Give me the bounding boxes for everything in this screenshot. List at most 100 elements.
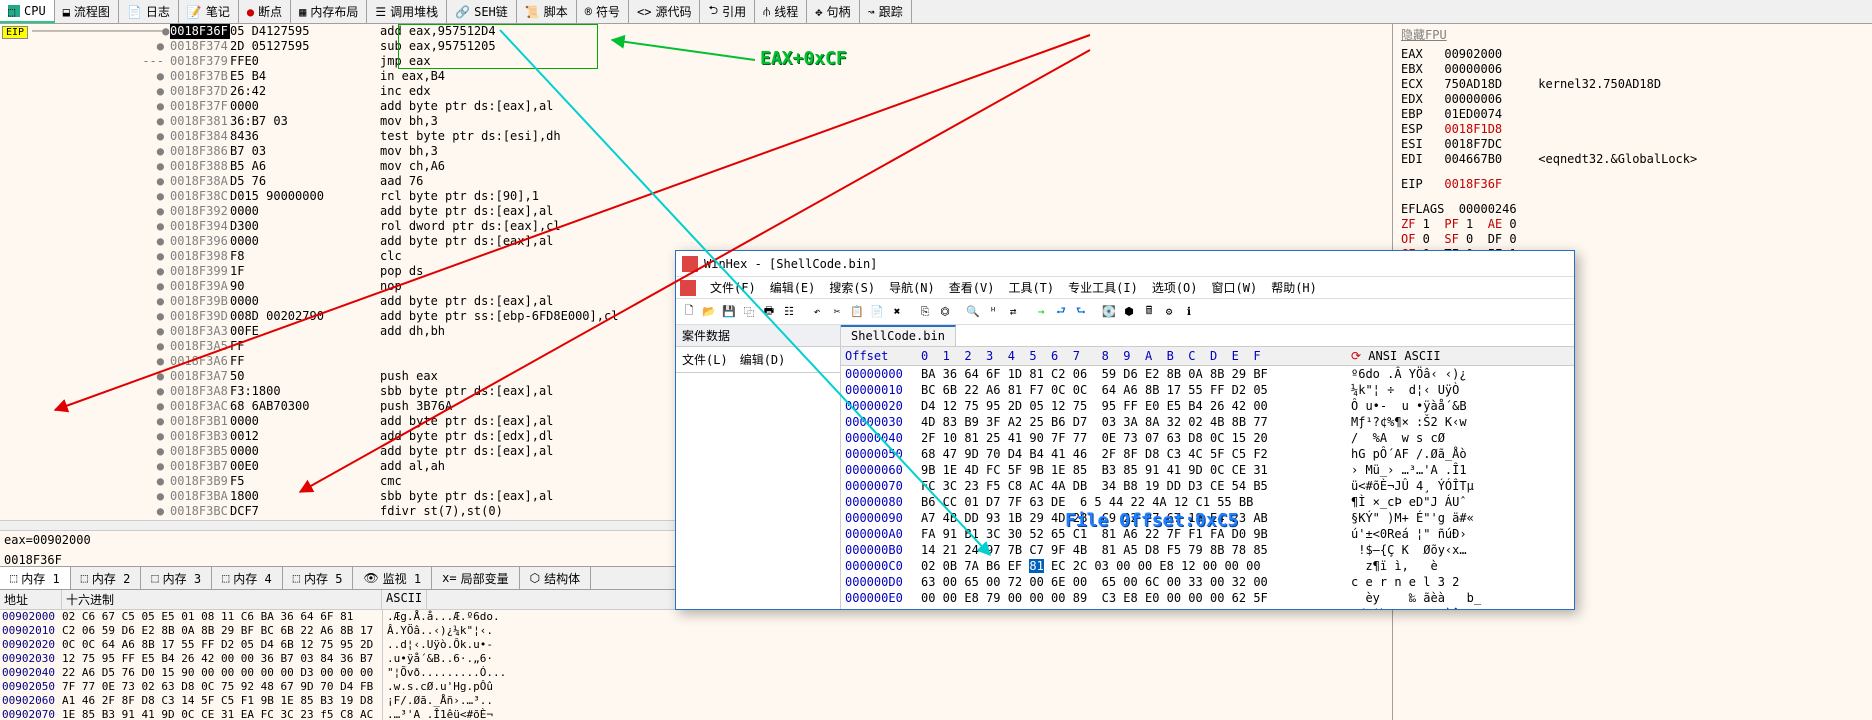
winhex-row[interactable]: 00000020D4 12 75 95 2D 05 12 75 95 FF E0… xyxy=(841,398,1574,414)
tb-copy-icon[interactable]: 📋 xyxy=(848,303,866,321)
disasm-row[interactable]: ●0018F37BE5 B4in eax,B4 xyxy=(0,69,1392,84)
winhex-file-tab[interactable]: ShellCode.bin xyxy=(841,325,956,346)
disasm-row[interactable]: ●0018F38136:B7 03mov bh,3 xyxy=(0,114,1392,129)
tab-handles[interactable]: ✥句柄 xyxy=(807,0,859,23)
winhex-row[interactable]: 000000C002 0B 7A B6 EF 81 EC 2C 03 00 00… xyxy=(841,558,1574,574)
tab-script[interactable]: 📜脚本 xyxy=(517,0,577,23)
winhex-menu-options[interactable]: 选项(O) xyxy=(1152,279,1198,296)
disasm-row[interactable]: ●0018F3920000add byte ptr ds:[eax],al xyxy=(0,204,1392,219)
tab-refs[interactable]: ⮌引用 xyxy=(700,0,755,23)
tab-notes[interactable]: 📝笔记 xyxy=(179,0,239,23)
tb-undo-icon[interactable]: ↶ xyxy=(808,303,826,321)
winhex-window[interactable]: WinHex - [ShellCode.bin] 文件(F) 编辑(E) 搜索(… xyxy=(675,250,1575,610)
struct-tab[interactable]: ⬡结构体 xyxy=(520,567,592,589)
mem-tab-4[interactable]: ⬚内存 4 xyxy=(212,567,283,589)
disasm-row[interactable]: ●0018F38AD5 76aad 76 xyxy=(0,174,1392,189)
tb-new-icon[interactable]: 🗋 xyxy=(680,303,698,321)
winhex-row[interactable]: 000000D063 00 65 00 72 00 6E 00 65 00 6C… xyxy=(841,574,1574,590)
winhex-menu-file[interactable]: 文件(F) xyxy=(710,279,756,296)
winhex-row[interactable]: 00000010BC 6B 22 A6 81 F7 0C 0C 64 A6 8B… xyxy=(841,382,1574,398)
winhex-row[interactable]: 00000070FC 3C 23 F5 C8 AC 4A DB 34 B8 19… xyxy=(841,478,1574,494)
tb-arrow-icon[interactable]: → xyxy=(1032,303,1050,321)
disasm-row[interactable]: ●0018F394D300rol dword ptr ds:[eax],cl xyxy=(0,219,1392,234)
winhex-menu-help[interactable]: 帮助(H) xyxy=(1271,279,1317,296)
tab-flowchart[interactable]: ⬓流程图 xyxy=(55,0,119,23)
winhex-row[interactable]: 000000304D 83 B9 3F A2 25 B6 D7 03 3A 8A… xyxy=(841,414,1574,430)
disasm-row[interactable]: ●0018F3848436test byte ptr ds:[esi],dh xyxy=(0,129,1392,144)
memdump-row[interactable]: 0090204022 A6 D5 76 D0 15 90 00 00 00 00… xyxy=(0,666,1392,680)
tb-goto-icon[interactable]: ⎘ xyxy=(916,303,934,321)
winhex-side-edit[interactable]: 编辑(D) xyxy=(740,351,786,368)
locals-tab[interactable]: x=局部变量 xyxy=(432,567,519,589)
tab-source[interactable]: <>源代码 xyxy=(629,0,700,23)
winhex-menu-search[interactable]: 搜索(S) xyxy=(829,279,875,296)
memdump-row[interactable]: 009020507F 77 0E 73 02 63 D8 0C 75 92 48… xyxy=(0,680,1392,694)
tb-ram-icon[interactable]: ⬢ xyxy=(1120,303,1138,321)
memdump-row[interactable]: 00902010C2 06 59 D6 E2 8B 0A 8B 29 BF BC… xyxy=(0,624,1392,638)
winhex-side-file[interactable]: 文件(L) xyxy=(682,351,728,368)
winhex-menu-view[interactable]: 查看(V) xyxy=(949,279,995,296)
memdump-row[interactable]: 00902060A1 46 2F 8F D8 C3 14 5F C5 F1 9B… xyxy=(0,694,1392,708)
mem-tab-1[interactable]: ⬚内存 1 xyxy=(0,567,71,589)
tab-log[interactable]: 📄日志 xyxy=(119,0,179,23)
winhex-row[interactable]: 0000005068 47 9D 70 D4 B4 41 46 2F 8F D8… xyxy=(841,446,1574,462)
winhex-titlebar[interactable]: WinHex - [ShellCode.bin] xyxy=(676,251,1574,277)
tb-props-icon[interactable]: ☷ xyxy=(780,303,798,321)
mem-tab-3[interactable]: ⬚内存 3 xyxy=(141,567,212,589)
mem-tab-2[interactable]: ⬚内存 2 xyxy=(71,567,142,589)
winhex-row[interactable]: 00000090A7 4B DD 93 1B 29 4D 2B C9 22 27… xyxy=(841,510,1574,526)
tb-fwd-icon[interactable]: ⮑ xyxy=(1072,303,1090,321)
tb-save-icon[interactable]: 💾 xyxy=(720,303,738,321)
tab-breakpoints[interactable]: ●断点 xyxy=(239,0,291,23)
tb-info-icon[interactable]: ℹ xyxy=(1180,303,1198,321)
fpu-toggle[interactable]: 隐藏FPU xyxy=(1401,28,1864,43)
tb-find-icon[interactable]: 🔍 xyxy=(964,303,982,321)
tab-callstack[interactable]: ☰调用堆栈 xyxy=(367,0,447,23)
winhex-row[interactable]: 000000A0FA 91 B1 3C 30 52 65 C1 81 A6 22… xyxy=(841,526,1574,542)
tb-calc-icon[interactable]: 🖩 xyxy=(1140,303,1158,321)
winhex-row[interactable]: 00000080B6 CC 01 D7 7F 63 DE 6 5 44 22 4… xyxy=(841,494,1574,510)
disasm-row[interactable]: ●0018F388B5 A6mov ch,A6 xyxy=(0,159,1392,174)
tab-threads[interactable]: ⫛线程 xyxy=(755,0,807,23)
winhex-menu-window[interactable]: 窗口(W) xyxy=(1212,279,1258,296)
tb-paste-icon[interactable]: 📄 xyxy=(868,303,886,321)
tb-print-icon[interactable]: 🖶 xyxy=(760,303,778,321)
tb-savegrp-icon[interactable]: ⿻ xyxy=(740,303,758,321)
tb-findhex-icon[interactable]: ᴴ xyxy=(984,303,1002,321)
winhex-menu-tools[interactable]: 工具(T) xyxy=(1008,279,1054,296)
tb-open-icon[interactable]: 📂 xyxy=(700,303,718,321)
disasm-row[interactable]: ●0018F3742D 05127595sub eax,95751205 xyxy=(0,39,1392,54)
winhex-row[interactable]: 000000F061 64 4C 69 62 72 61 72 79 57 00… xyxy=(841,606,1574,609)
winhex-row[interactable]: 000000609B 1E 4D FC 5F 9B 1E 85 B3 85 91… xyxy=(841,462,1574,478)
winhex-row[interactable]: 000000E000 00 E8 79 00 00 00 89 C3 E8 E0… xyxy=(841,590,1574,606)
mem-tab-5[interactable]: ⬚内存 5 xyxy=(283,567,354,589)
memdump-row[interactable]: 009020701E 85 B3 91 41 9D 0C CE 31 EA FC… xyxy=(0,708,1392,720)
tab-cpu[interactable]: ⬚CPU xyxy=(0,0,55,23)
tab-seh[interactable]: 🔗SEH链 xyxy=(447,0,517,23)
disasm-row[interactable]: ●0018F3960000add byte ptr ds:[eax],al xyxy=(0,234,1392,249)
winhex-row[interactable]: 000000B014 21 24 97 7B C7 9F 4B 81 A5 D8… xyxy=(841,542,1574,558)
winhex-menu-edit[interactable]: 编辑(E) xyxy=(770,279,816,296)
tb-disk-icon[interactable]: 💽 xyxy=(1100,303,1118,321)
tab-memmap[interactable]: ▦内存布局 xyxy=(291,0,367,23)
tb-cut-icon[interactable]: ✂ xyxy=(828,303,846,321)
winhex-hex-view[interactable]: Offset 0 1 2 3 4 5 6 7 8 9 A B C D E F ⟳… xyxy=(841,347,1574,609)
memdump-row[interactable]: 009020200C 0C 64 A6 8B 17 55 FF D2 05 D4… xyxy=(0,638,1392,652)
disasm-row[interactable]: ●0018F37F0000add byte ptr ds:[eax],al xyxy=(0,99,1392,114)
winhex-row[interactable]: 00000000BA 36 64 6F 1D 81 C2 06 59 D6 E2… xyxy=(841,366,1574,382)
tab-symbols[interactable]: ®符号 xyxy=(577,0,629,23)
tb-offset-icon[interactable]: ⏣ xyxy=(936,303,954,321)
tb-back-icon[interactable]: ⮐ xyxy=(1052,303,1070,321)
tab-trace[interactable]: ↝跟踪 xyxy=(860,0,912,23)
tb-gear-icon[interactable]: ⚙ xyxy=(1160,303,1178,321)
memdump-row[interactable]: 0090200002 C6 67 C5 05 E5 01 08 11 C6 BA… xyxy=(0,610,1392,624)
tb-replace-icon[interactable]: ⇄ xyxy=(1004,303,1022,321)
watch-tab[interactable]: 👁监视 1 xyxy=(353,567,432,589)
disasm-row[interactable]: ●0018F37D26:42inc edx xyxy=(0,84,1392,99)
disasm-row[interactable]: ●0018F38CD015 90000000rcl byte ptr ds:[9… xyxy=(0,189,1392,204)
disasm-row[interactable]: ●0018F386B7 03mov bh,3 xyxy=(0,144,1392,159)
memdump-row[interactable]: 0090203012 75 95 FF E5 B4 26 42 00 00 36… xyxy=(0,652,1392,666)
winhex-menu-protools[interactable]: 专业工具(I) xyxy=(1068,279,1138,296)
winhex-menu-nav[interactable]: 导航(N) xyxy=(889,279,935,296)
winhex-row[interactable]: 000000402F 10 81 25 41 90 7F 77 0E 73 07… xyxy=(841,430,1574,446)
